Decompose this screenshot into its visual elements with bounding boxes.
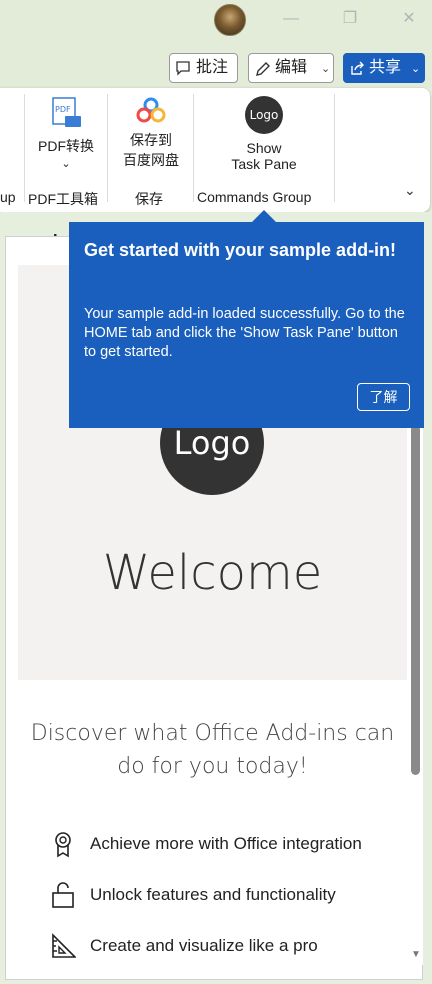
welcome-heading: Welcome xyxy=(102,545,323,601)
feature-item: Achieve more with Office integration xyxy=(50,830,362,858)
share-label: 共享 xyxy=(369,59,402,76)
ribbon-badge-icon xyxy=(55,832,71,858)
ribbon: up PDF PDF转换 ⌄ PDF工具箱 保存到 百度网盘 保存 Logo S… xyxy=(0,88,430,212)
ribbon-separator xyxy=(107,94,108,202)
title-bar: — ❐ ✕ xyxy=(0,0,432,46)
edit-mode-button[interactable]: 编辑 ⌄ xyxy=(248,53,334,83)
save-to-baidu-label-line2: 百度网盘 xyxy=(123,152,179,168)
close-button[interactable]: ✕ xyxy=(394,6,424,32)
restore-button[interactable]: ❐ xyxy=(335,6,365,32)
action-row: 批注 编辑 ⌄ 共享 ⌄ xyxy=(0,46,432,88)
unlock-icon xyxy=(52,882,74,908)
callout-dismiss-button[interactable]: 了解 xyxy=(357,383,410,411)
scroll-down-arrow-icon[interactable]: ▼ xyxy=(411,949,421,960)
partial-group-label: up xyxy=(0,189,16,205)
pdf-group-label: PDF工具箱 xyxy=(28,191,98,207)
commands-group-label: Commands Group xyxy=(197,189,312,205)
chevron-down-icon: ⌄ xyxy=(61,158,71,170)
show-task-pane-label-line1: Show xyxy=(246,140,282,156)
show-task-pane-button[interactable]: Logo Show Task Pane xyxy=(219,96,309,172)
design-ruler-icon xyxy=(52,933,76,958)
save-to-baidu-label-line1: 保存到 xyxy=(130,132,172,148)
share-icon xyxy=(351,61,364,75)
feature-label: Create and visualize like a pro xyxy=(90,936,318,955)
feature-label: Unlock features and functionality xyxy=(90,885,336,904)
comment-button[interactable]: 批注 xyxy=(169,53,238,83)
chevron-down-icon: ⌄ xyxy=(321,63,331,75)
save-to-baidu-button[interactable]: 保存到 百度网盘 xyxy=(116,96,186,170)
chevron-down-icon: ⌄ xyxy=(411,63,421,75)
feature-item: Unlock features and functionality xyxy=(50,881,336,909)
show-task-pane-label-line2: Task Pane xyxy=(231,156,297,172)
callout-title: Get started with your sample add-in! xyxy=(84,240,397,260)
save-group-label: 保存 xyxy=(135,191,163,207)
pdf-convert-button[interactable]: PDF PDF转换 ⌄ xyxy=(30,96,102,170)
minimize-button[interactable]: — xyxy=(276,6,306,32)
comment-label: 批注 xyxy=(196,59,229,76)
callout-pointer xyxy=(252,210,276,222)
share-button[interactable]: 共享 ⌄ xyxy=(343,53,425,83)
ribbon-separator xyxy=(193,94,194,202)
comment-icon xyxy=(176,61,190,76)
pdf-convert-icon: PDF xyxy=(52,97,81,127)
callout-body: Your sample add-in loaded successfully. … xyxy=(84,306,405,360)
ribbon-separator xyxy=(334,94,335,202)
ribbon-separator xyxy=(24,94,25,202)
feature-label: Achieve more with Office integration xyxy=(90,834,362,853)
discover-heading: Discover what Office Add-ins can do for … xyxy=(30,721,395,779)
edit-mode-label: 编辑 xyxy=(275,59,308,76)
feature-item: Create and visualize like a pro xyxy=(50,932,318,960)
pencil-icon xyxy=(256,62,270,76)
getting-started-callout: Get started with your sample add-in! You… xyxy=(69,222,424,428)
baidu-cloud-icon xyxy=(136,97,166,123)
pdf-convert-label: PDF转换 xyxy=(38,138,94,154)
ribbon-expand-chevron-icon[interactable]: ⌄ xyxy=(404,182,416,199)
svg-text:PDF: PDF xyxy=(55,105,71,114)
scrollbar-thumb[interactable] xyxy=(411,425,420,775)
addin-logo-icon: Logo xyxy=(245,96,283,134)
user-avatar[interactable] xyxy=(214,4,246,36)
